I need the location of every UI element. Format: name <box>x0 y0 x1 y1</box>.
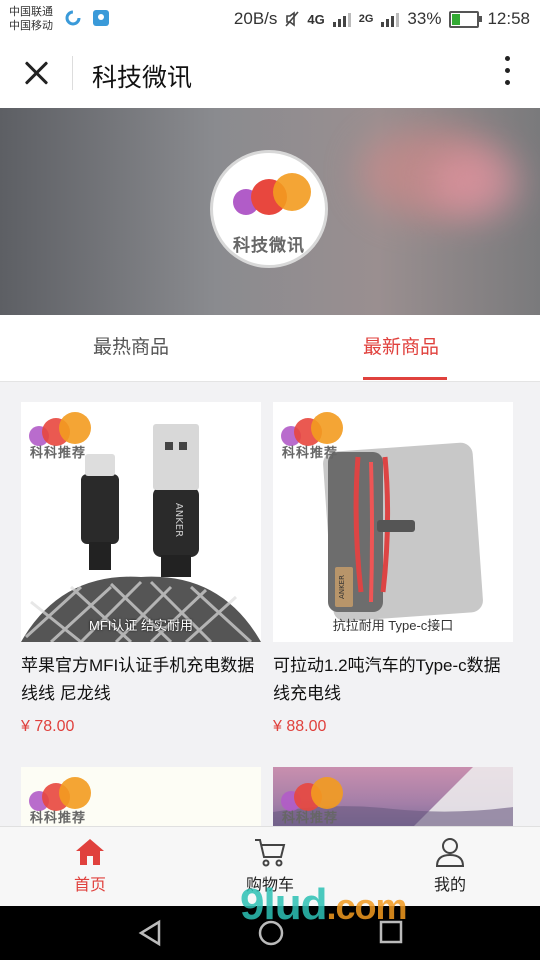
network-1: 4G <box>307 11 325 27</box>
cart-icon <box>255 839 286 867</box>
product-tabs: 最热商品 最新商品 <box>0 315 540 382</box>
battery-icon <box>449 10 483 28</box>
recommend-badge: 科科推荐 <box>29 773 99 827</box>
product-brand: ANKER <box>338 575 346 599</box>
badge-text: 科科推荐 <box>282 810 339 825</box>
signal-1-icon <box>332 11 351 27</box>
recommend-badge: 科科推荐 <box>281 408 351 468</box>
status-right: 20B/s 4G 2G 33% 12:58 <box>234 0 530 38</box>
nav-label: 我的 <box>433 877 466 894</box>
title-divider <box>72 56 73 90</box>
product-price: ¥ 78.00 <box>21 718 75 735</box>
close-icon[interactable] <box>20 57 52 89</box>
home-icon <box>76 839 104 865</box>
badge-text: 科科推荐 <box>30 445 87 460</box>
recommend-badge: 科科推荐 <box>29 408 99 468</box>
product-caption: MFI认证 结实耐用 <box>89 618 193 633</box>
product-card[interactable]: ANKER 科科推荐 抗拉耐用 Type-c接口 可拉动1.2吨汽车的Type-… <box>273 402 513 736</box>
mute-icon <box>285 11 299 27</box>
signal-2-icon <box>381 11 400 27</box>
sync-icon <box>65 10 81 26</box>
active-tab-indicator <box>363 377 447 380</box>
watermark-logo: 9lud.com <box>240 880 407 929</box>
nav-profile[interactable]: 我的 <box>390 827 510 907</box>
tab-new[interactable]: 最新商品 <box>363 315 439 381</box>
product-price: ¥ 88.00 <box>273 718 327 735</box>
product-card[interactable]: 科科推荐 <box>273 767 513 827</box>
recommend-badge: 科科推荐 <box>281 773 351 827</box>
product-caption: 抗拉耐用 Type-c接口 <box>332 618 454 633</box>
carrier-1: 中国联通 <box>9 6 53 18</box>
carrier-2: 中国移动 <box>9 20 53 32</box>
tab-hot[interactable]: 最热商品 <box>93 315 169 381</box>
product-card[interactable]: 科科推荐 <box>21 767 261 827</box>
badge-text: 科科推荐 <box>30 810 87 825</box>
back-icon[interactable] <box>137 919 163 947</box>
nav-label: 首页 <box>73 877 106 894</box>
product-image[interactable]: ANKER 科科推荐 MFI认证 结实耐用 <box>21 402 261 642</box>
product-image[interactable]: 科科推荐 <box>273 767 513 827</box>
location-icon <box>93 10 109 26</box>
page-title: 科技微讯 <box>92 64 193 92</box>
user-icon <box>435 838 465 867</box>
product-image[interactable]: ANKER 科科推荐 抗拉耐用 Type-c接口 <box>273 402 513 642</box>
network-2: 2G <box>358 13 374 25</box>
clock: 12:58 <box>487 9 530 28</box>
battery-percent: 33% <box>407 9 442 28</box>
title-bar: 科技微讯 <box>0 38 540 108</box>
nav-home[interactable]: 首页 <box>30 827 150 907</box>
badge-text: 科科推荐 <box>282 445 339 460</box>
shop-logo[interactable]: 科技微讯 <box>210 150 328 268</box>
product-image[interactable]: 科科推荐 <box>21 767 261 827</box>
carrier-info: 中国联通 中国移动 <box>9 5 53 33</box>
product-card[interactable]: ANKER 科科推荐 MFI认证 结实耐用 苹果官方MFI认证手机充电数据线线 … <box>21 402 261 736</box>
logo-text: 科技微讯 <box>233 236 305 255</box>
status-bar: 中国联通 中国移动 20B/s 4G 2G 33% 12:58 <box>0 0 540 38</box>
product-brand: ANKER <box>173 503 184 537</box>
net-speed: 20B/s <box>233 9 278 28</box>
product-name[interactable]: 苹果官方MFI认证手机充电数据线线 尼龙线 <box>21 652 261 708</box>
product-name[interactable]: 可拉动1.2吨汽车的Type-c数据线充电线 <box>273 652 513 708</box>
more-menu-icon[interactable] <box>502 56 512 90</box>
